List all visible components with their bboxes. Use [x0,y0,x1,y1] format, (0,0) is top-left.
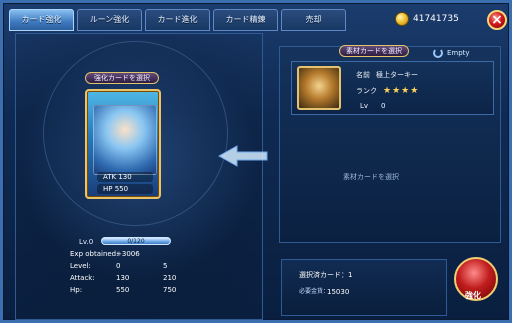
tab-card-enhance[interactable]: カード強化 [9,9,74,31]
transfer-arrow-icon [217,145,268,167]
stat-row-exp: Exp obtained: +3006 [55,248,225,260]
stat-before-level: 0 [116,262,121,270]
exp-bar: 0/120 [101,237,171,245]
enhance-button-label: 強化 [465,291,481,300]
material-level-key: Lv [360,102,369,110]
material-level-value: 0 [381,102,386,110]
material-card-select-label[interactable]: 素材カードを選択 [339,45,409,57]
material-rank-key: ランク [356,87,377,95]
required-gold-label: 必要金貨： [299,288,330,295]
card-hp-value: 550 [114,185,129,193]
selected-count: 選択済カード：1 [299,271,353,279]
stat-name-exp: Exp obtained: [70,250,119,258]
stat-before-attack: 130 [116,274,130,282]
tab-card-enhance-label: カード強化 [21,15,62,24]
stat-name-level: Level: [70,262,91,270]
tab-rune-enhance-label: ルーン強化 [89,15,130,24]
gold-coin-icon [395,12,409,26]
stat-after-level: 5 [163,262,168,270]
stat-before-hp: 550 [116,286,130,294]
game-window: カード強化 ルーン強化 カード進化 カード精錬 売却 41741735 × 強化… [0,0,512,323]
enhance-stats: Exp obtained: +3006 Level: 0 5 Attack: 1… [55,248,225,296]
card-atk-stat: ATK 130 [97,172,153,182]
stat-value-exp: +3006 [116,250,140,258]
material-empty-hint: 素材カードを選択 [343,173,399,181]
tab-sell[interactable]: 売却 [281,9,346,31]
material-card-slot[interactable]: 名前 極上ターキー ランク ★★★★ Lv 0 [291,61,494,115]
tab-card-refine-label: カード精錬 [225,15,266,24]
stat-name-hp: Hp: [70,286,83,294]
material-name-key: 名前 [356,71,370,79]
material-rank-stars: ★★★★ [383,86,420,96]
required-gold-value: 15030 [327,288,350,296]
exp-bar-text: 0/120 [127,238,145,245]
gold-amount: 41741735 [413,14,459,24]
enhance-card[interactable]: ATK 130 HP 550 [85,89,161,199]
tab-card-evolve[interactable]: カード進化 [145,9,210,31]
material-name-value: 極上ターキー [376,71,418,79]
stat-after-hp: 750 [163,286,177,294]
stat-row-level: Level: 0 5 [55,260,225,272]
tab-rune-enhance[interactable]: ルーン強化 [77,9,142,31]
card-atk-value: 130 [118,173,132,181]
stat-row-hp: Hp: 550 750 [55,284,225,296]
close-icon: × [491,12,503,28]
card-hp-stat: HP 550 [97,184,153,194]
empty-button[interactable]: Empty [434,47,478,59]
card-art [93,105,157,175]
tab-card-evolve-label: カード進化 [157,15,198,24]
empty-button-label: Empty [447,49,470,57]
stat-after-attack: 210 [163,274,177,282]
card-level: Lv.0 [79,238,94,246]
tab-card-refine[interactable]: カード精錬 [213,9,278,31]
stat-row-attack: Attack: 130 210 [55,272,225,284]
close-button[interactable]: × [487,10,507,30]
stat-name-attack: Attack: [70,274,95,282]
enhance-card-select-label[interactable]: 強化カードを選択 [85,72,159,84]
material-card-thumbnail [297,66,341,110]
tab-sell-label: 売却 [305,15,322,24]
